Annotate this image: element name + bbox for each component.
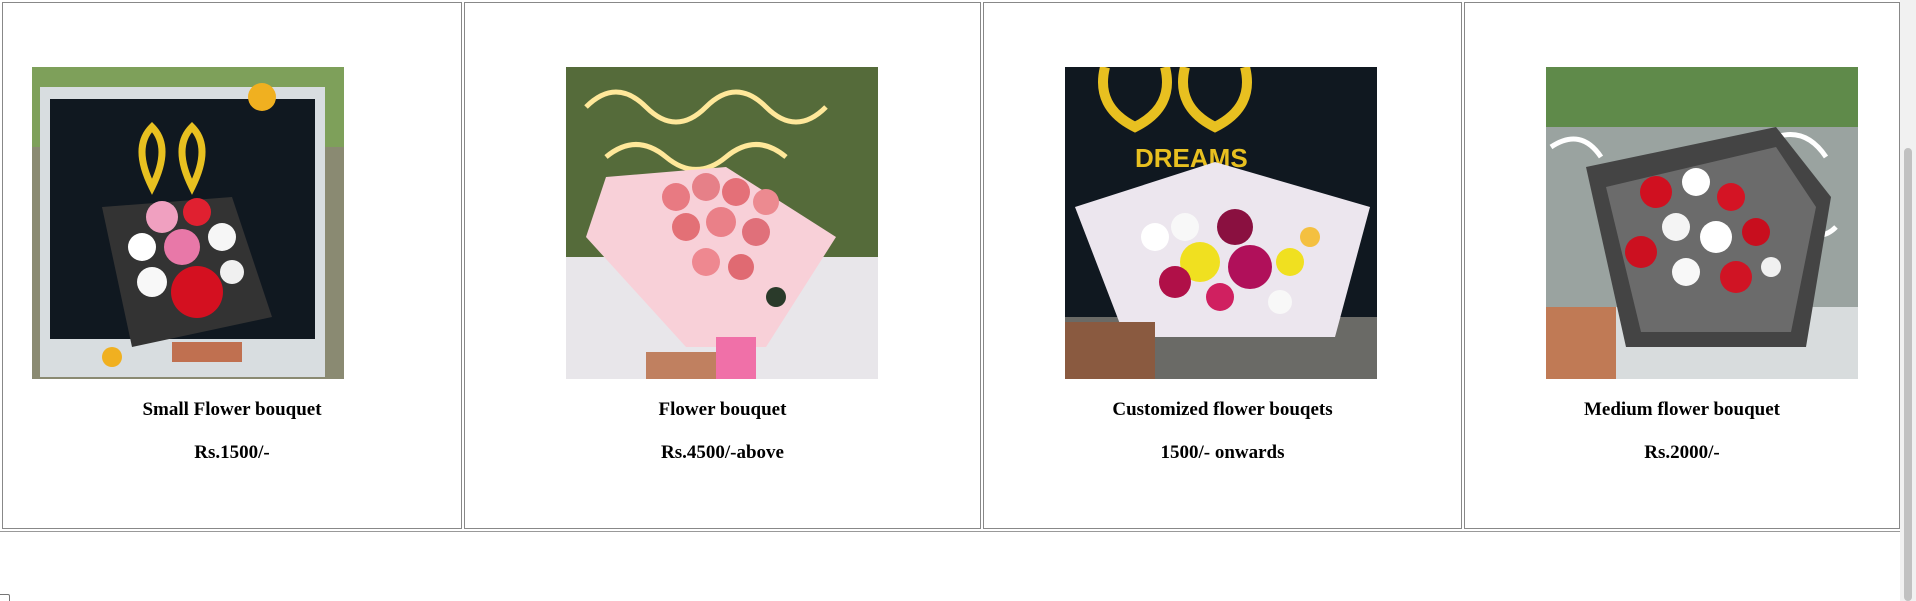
product-name: Small Flower bouquet xyxy=(142,399,322,420)
small-bouquet-photo[interactable] xyxy=(32,67,344,379)
pink-rose-bouquet-photo[interactable] xyxy=(566,67,878,379)
product-name: Medium flower bouquet xyxy=(1584,399,1780,420)
product-grid: Small Flower bouquet Rs.1500/- Flower bo… xyxy=(0,0,1902,532)
scrollbar-thumb[interactable] xyxy=(1904,148,1912,601)
product-name: Flower bouquet xyxy=(658,399,787,420)
product-card: Small Flower bouquet Rs.1500/- xyxy=(2,2,462,529)
product-price: 1500/- onwards xyxy=(1160,442,1285,463)
product-page: Small Flower bouquet Rs.1500/- Flower bo… xyxy=(0,0,1916,601)
product-name: Customized flower bouqets xyxy=(1112,399,1333,420)
product-price: Rs.2000/- xyxy=(1644,442,1720,463)
vertical-scrollbar[interactable] xyxy=(1900,0,1916,601)
medium-bouquet-photo[interactable] xyxy=(1546,67,1858,379)
product-card: DREAMS Customized flower bouqets 1500/- … xyxy=(983,2,1462,529)
customized-bouquet-photo[interactable]: DREAMS xyxy=(1065,67,1377,379)
product-price: Rs.1500/- xyxy=(194,442,270,463)
product-card: Medium flower bouquet Rs.2000/- xyxy=(1464,2,1900,529)
product-price: Rs.4500/-above xyxy=(661,442,784,463)
product-card: Flower bouquet Rs.4500/-above xyxy=(464,2,981,529)
checkbox[interactable] xyxy=(0,594,10,601)
